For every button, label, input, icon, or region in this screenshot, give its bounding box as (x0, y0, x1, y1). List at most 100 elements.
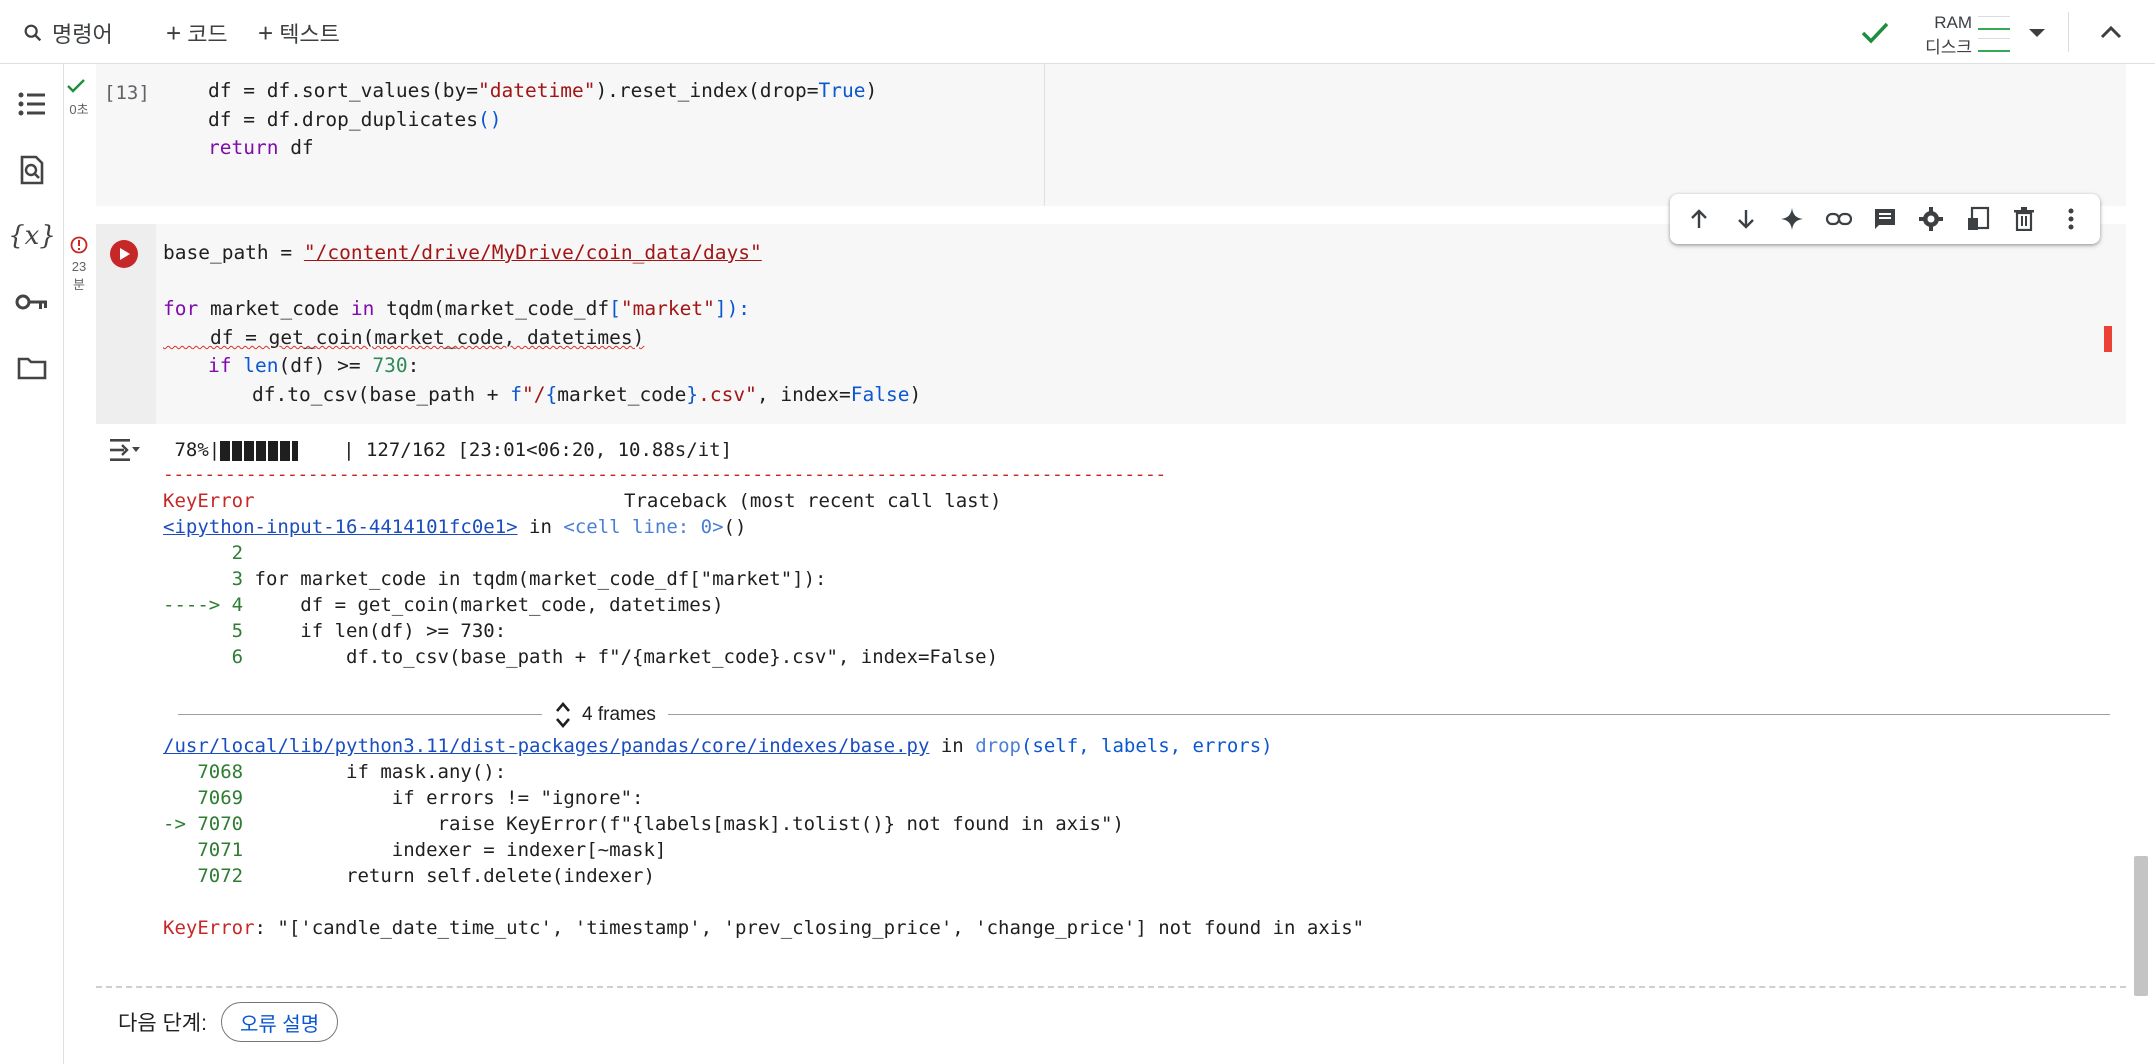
ram-label: RAM (1934, 13, 1972, 32)
delete-icon[interactable] (2004, 199, 2044, 239)
run-cell-button[interactable] (110, 240, 138, 268)
progress-stats: | 127/162 [23:01<06:20, 10.88s/it] (320, 439, 733, 461)
traceback-code-line: 6 df.to_csv(base_path + f"/{market_code}… (163, 644, 998, 670)
variables-icon[interactable]: {x} (8, 218, 56, 254)
explain-error-button[interactable]: 오류 설명 (220, 1002, 339, 1042)
comment-icon[interactable] (1865, 199, 1905, 239)
mirror-cell-icon[interactable] (1958, 199, 1998, 239)
frames-divider (178, 714, 2110, 715)
line-number: 7068 (163, 761, 244, 783)
next-steps-label: 다음 단계: (118, 1012, 207, 1035)
ipython-input-link[interactable]: <ipython-input-16-4414101fc0e1> (163, 516, 518, 538)
traceback-code-line: ----> 4 df = get_coin(market_code, datet… (163, 592, 724, 618)
add-text-button[interactable]: + 텍스트 (258, 18, 340, 48)
command-label: 명령어 (52, 22, 113, 47)
toc-icon[interactable] (14, 86, 50, 122)
traceback-code: indexer = indexer[~mask] (243, 839, 667, 861)
traceback-code-line: 2 (163, 540, 243, 566)
disk-bar (1978, 38, 2010, 52)
traceback-header: Traceback (most recent call last) (624, 490, 1002, 512)
base-py-path-link-2[interactable]: python3.11/dist-packages/pandas/core/ind… (335, 735, 930, 757)
execution-count: [13] (104, 82, 150, 104)
code-line: df.to_csv(base_path + f"/{market_code}.c… (252, 383, 922, 406)
disk-label: 디스크 (1925, 37, 1972, 57)
traceback-code: if len(df) >= 730: (243, 620, 507, 642)
move-up-icon[interactable] (1679, 199, 1719, 239)
traceback-code: if mask.any(): (243, 761, 507, 783)
error-name: KeyError (163, 490, 255, 512)
add-code-label: 코드 (187, 22, 228, 47)
code-line: return df (208, 136, 314, 159)
plus-icon: + (258, 17, 274, 48)
add-code-button[interactable]: + 코드 (166, 18, 228, 48)
secrets-icon[interactable] (14, 284, 50, 320)
traceback-code-line: 3 for market_code in tqdm(market_code_df… (163, 566, 827, 592)
sparkle-icon[interactable] (1772, 199, 1812, 239)
plus-icon: + (166, 17, 182, 48)
command-palette-button[interactable]: 명령어 (22, 18, 113, 48)
error-alert-icon (70, 236, 88, 254)
expand-frames-button[interactable]: 4 frames (542, 698, 668, 732)
cell-16-duration-unit: 분 (73, 277, 85, 292)
output-actions-icon[interactable] (108, 436, 142, 469)
scrollbar-thumb[interactable] (2134, 856, 2148, 996)
next-steps-bar: 다음 단계: 오류 설명 (96, 986, 2126, 1056)
left-icon-rail: {x} (0, 64, 64, 1064)
code-line: for market_code in tqdm(market_code_df["… (163, 297, 751, 320)
code-line: if len(df) >= 730: (208, 354, 420, 377)
code-line: df = df.drop_duplicates() (208, 108, 502, 131)
progress-bar-line: 78%| | 127/162 [23:01<06:20, 10.88s/it] (163, 437, 732, 463)
cell-16-status: 23 분 (66, 236, 92, 293)
traceback-code-line: 5 if len(df) >= 730: (163, 618, 507, 644)
traceback-code-line: 7069 if errors != "ignore": (163, 785, 643, 811)
final-error-line: KeyError: "['candle_date_time_utc', 'tim… (163, 917, 1365, 939)
line-number: 7072 (163, 865, 244, 887)
error-scroll-marker (2104, 326, 2112, 352)
line-number: 7069 (163, 787, 244, 809)
folder-icon[interactable] (14, 350, 50, 386)
toolbar-divider (2068, 12, 2069, 52)
move-down-icon[interactable] (1726, 199, 1766, 239)
cell-split-divider (1044, 64, 1045, 206)
search-icon (24, 24, 42, 42)
traceback-code: df = get_coin(market_code, datetimes) (243, 594, 724, 616)
settings-icon[interactable] (1911, 199, 1951, 239)
resource-monitor[interactable]: RAM 디스크 (1910, 12, 2010, 57)
traceback-separator: ----------------------------------------… (163, 464, 1166, 485)
traceback-code: return self.delete(indexer) (243, 865, 655, 887)
ram-bar (1978, 16, 2010, 30)
line-number: ----> 4 (163, 594, 244, 616)
more-icon[interactable] (2051, 199, 2091, 239)
traceback-code: df.to_csv(base_path + f"/{market_code}.c… (243, 646, 999, 668)
traceback-code-line: 7072 return self.delete(indexer) (163, 863, 655, 889)
progress-percent: 78%| (163, 439, 221, 461)
line-number: 7071 (163, 839, 244, 861)
dropdown-arrow-icon[interactable] (2026, 26, 2048, 45)
line-number: 5 (163, 620, 244, 642)
add-text-label: 텍스트 (279, 22, 340, 47)
expand-collapse-icon (556, 702, 570, 728)
variables-glyph: {x} (8, 221, 56, 251)
play-icon (120, 248, 130, 260)
cell-13-duration: 0초 (69, 102, 89, 117)
traceback-code-line: -> 7070 raise KeyError(f"{labels[mask].t… (163, 811, 1124, 837)
line-number: 3 (163, 568, 244, 590)
traceback-code-line: 7071 indexer = indexer[~mask] (163, 837, 666, 863)
traceback-code-line: 7068 if mask.any(): (163, 759, 506, 785)
traceback-code: if errors != "ignore": (243, 787, 644, 809)
find-icon[interactable] (14, 152, 50, 188)
collapse-chevron-up-icon[interactable] (2098, 22, 2124, 47)
line-number: 2 (163, 542, 244, 564)
traceback-location: <ipython-input-16-4414101fc0e1> in <cell… (163, 516, 747, 538)
base-py-path-link[interactable]: /usr/local/lib/ (163, 735, 335, 757)
code-line: df = df.sort_values(by="datetime").reset… (208, 79, 878, 102)
link-icon[interactable] (1819, 199, 1859, 239)
cell-16-duration: 23 (71, 259, 87, 274)
line-number: -> 7070 (163, 813, 244, 835)
traceback-code: for market_code in tqdm(market_code_df["… (243, 568, 827, 590)
connected-check-icon (1860, 20, 1890, 51)
code-line-error: df = get_coin(market_code, datetimes) (163, 326, 645, 349)
cell-output (96, 426, 2126, 986)
frames-label: 4 frames (582, 704, 656, 725)
success-check-icon (67, 79, 85, 93)
